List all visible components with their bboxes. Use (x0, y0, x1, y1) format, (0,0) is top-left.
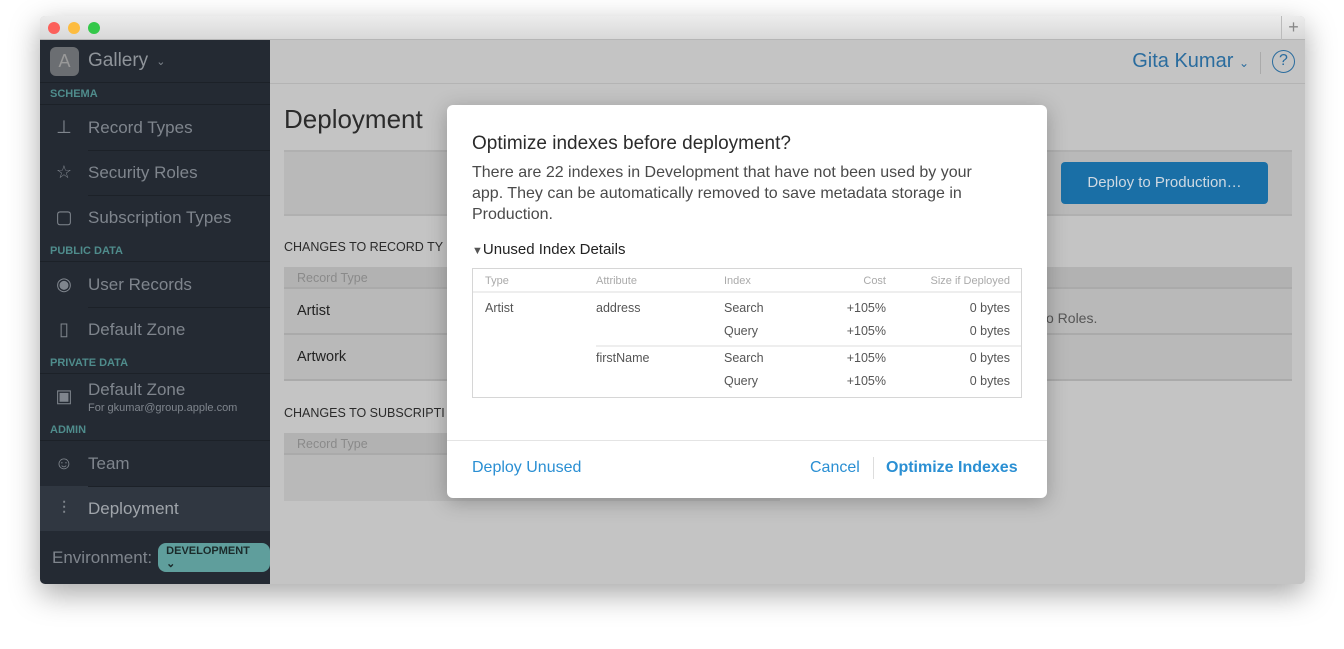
sidebar-item-user-records[interactable]: ◉ User Records (40, 262, 270, 307)
new-tab-button[interactable]: + (1281, 16, 1305, 40)
environment-selector[interactable]: Environment: DEVELOPMENT ⌄ (52, 543, 270, 572)
cancel-button[interactable]: Cancel (810, 459, 860, 477)
column-header: Attribute (596, 275, 637, 287)
sidebar-item-label: Default Zone (88, 379, 186, 399)
table-row: firstName Search +105% 0 bytes (473, 347, 1021, 370)
cell: Artist (485, 301, 514, 315)
hierarchy-icon: ⊥ (56, 117, 72, 137)
cell: 0 bytes (969, 351, 1010, 365)
sidebar-item-label: User Records (88, 274, 192, 294)
sidebar-item-deployment[interactable]: ⫶ Deployment (40, 486, 270, 531)
optimize-indexes-button[interactable]: Optimize Indexes (886, 459, 1018, 477)
title-bar: + (40, 16, 1305, 40)
sidebar-item-label: Record Types (88, 117, 193, 137)
cell: address (596, 301, 641, 315)
sidebar-item-label: Security Roles (88, 162, 198, 182)
sidebar-item-label: Default Zone (88, 319, 186, 339)
team-icon: ☺ (54, 453, 74, 473)
user-menu[interactable]: Gita Kumar ⌄ (1132, 50, 1249, 73)
cell: Search (724, 351, 764, 365)
section-admin: ADMIN (40, 419, 270, 441)
cell: +105% (846, 351, 886, 365)
dialog-description: There are 22 indexes in Development that… (472, 164, 972, 223)
cell: 0 bytes (969, 374, 1010, 388)
unused-index-table: Type Attribute Index Cost Size if Deployed A… (472, 268, 1022, 398)
column-header: Index (724, 275, 751, 287)
cell (473, 320, 596, 343)
sidebar: A Gallery ⌄ SCHEMA ⊥ Record Types ☆ Securi… (40, 40, 270, 584)
deploy-to-production-button[interactable]: Deploy to Production… (1061, 162, 1268, 204)
unused-index-disclosure[interactable]: ▼Unused Index Details (472, 241, 625, 258)
cell: 0 bytes (969, 324, 1010, 338)
column-header: Type (485, 275, 509, 287)
app-name: Gallery (88, 50, 149, 71)
cell: +105% (846, 301, 886, 315)
close-window-button[interactable] (48, 22, 60, 34)
chevron-down-icon: ⌄ (1238, 56, 1249, 70)
help-icon[interactable]: ? (1272, 50, 1295, 73)
cell: Search (724, 301, 764, 315)
user-icon: ◉ (56, 274, 72, 294)
app-store-icon: A (50, 46, 79, 76)
cell (596, 320, 724, 343)
sidebar-item-sublabel: For gkumar@group.apple.com (88, 401, 238, 414)
roles-note: o Roles. (1046, 310, 1098, 326)
notification-icon: ▢ (55, 207, 73, 227)
sidebar-item-label: Team (88, 453, 130, 473)
sidebar-item-record-types[interactable]: ⊥ Record Types (40, 105, 270, 150)
cell: Query (724, 324, 759, 338)
disclosure-label: Unused Index Details (482, 241, 626, 258)
column-header: Cost (863, 275, 886, 287)
section-public-data: PUBLIC DATA (40, 240, 270, 262)
lock-document-icon: ▣ (55, 386, 73, 406)
sidebar-item-private-default-zone[interactable]: ▣ Default Zone For gkumar@group.apple.com (40, 374, 270, 419)
disclosure-triangle-icon: ▼ (472, 245, 483, 257)
minimize-window-button[interactable] (68, 22, 80, 34)
subscription-changes-heading: CHANGES TO SUBSCRIPTI (284, 406, 445, 420)
cell: firstName (596, 351, 650, 365)
dialog-title: Optimize indexes before deployment? (472, 133, 791, 154)
sidebar-item-public-default-zone[interactable]: ▯ Default Zone (40, 307, 270, 352)
environment-value: DEVELOPMENT (166, 545, 250, 557)
cell (473, 370, 596, 393)
document-icon: ▯ (59, 319, 69, 339)
sidebar-item-subscription-types[interactable]: ▢ Subscription Types (40, 195, 270, 240)
column-header: Size if Deployed (930, 275, 1011, 287)
section-schema: SCHEMA (40, 83, 270, 105)
section-private-data: PRIVATE DATA (40, 352, 270, 374)
zoom-window-button[interactable] (88, 22, 100, 34)
app-selector[interactable]: A Gallery ⌄ (40, 40, 270, 83)
top-bar: Gita Kumar ⌄ ? (270, 40, 1305, 84)
sidebar-item-text: Default Zone For gkumar@group.apple.com (88, 380, 237, 414)
cell: Query (724, 374, 759, 388)
divider (1260, 52, 1261, 74)
environment-label: Environment: (52, 547, 153, 567)
deploy-unused-button[interactable]: Deploy Unused (472, 459, 581, 477)
sidebar-item-security-roles[interactable]: ☆ Security Roles (40, 150, 270, 195)
page-title: Deployment (284, 104, 423, 134)
divider (873, 457, 874, 479)
environment-badge[interactable]: DEVELOPMENT ⌄ (158, 543, 270, 572)
table-row: Query +105% 0 bytes (473, 370, 1021, 393)
chevron-down-icon: ⌄ (156, 55, 166, 68)
cell: 0 bytes (969, 301, 1010, 315)
badge-star-icon: ☆ (55, 162, 73, 182)
dialog-footer: Deploy Unused Cancel Optimize Indexes (447, 440, 1047, 498)
cell: +105% (846, 374, 886, 388)
optimize-indexes-dialog: Optimize indexes before deployment? Ther… (447, 105, 1047, 498)
record-changes-heading: CHANGES TO RECORD TY (284, 240, 444, 254)
sliders-icon: ⫶ (61, 498, 67, 518)
table-header: Type Attribute Index Cost Size if Deployed (473, 269, 1021, 293)
table-row: Query +105% 0 bytes (473, 320, 1021, 343)
cell (596, 370, 724, 393)
table-row: Artist address Search +105% 0 bytes (473, 297, 1021, 320)
user-name: Gita Kumar (1132, 50, 1234, 72)
sidebar-item-team[interactable]: ☺ Team (40, 441, 270, 486)
sidebar-item-label: Deployment (88, 498, 179, 518)
cell (473, 347, 596, 370)
cell: +105% (846, 324, 886, 338)
sidebar-item-label: Subscription Types (88, 207, 232, 227)
